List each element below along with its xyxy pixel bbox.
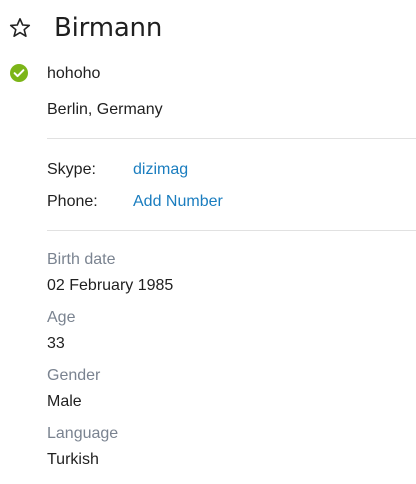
- add-number-link[interactable]: Add Number: [133, 190, 223, 214]
- age-value: 33: [47, 335, 65, 352]
- language-value: Turkish: [47, 451, 99, 468]
- birth-date-label: Birth date: [47, 251, 116, 268]
- skype-row: Skype: dizimag: [47, 158, 416, 182]
- birth-date-value: 02 February 1985: [47, 277, 174, 294]
- divider: [47, 138, 416, 139]
- skype-label: Skype:: [47, 161, 96, 178]
- contact-name: Birmann: [54, 13, 163, 43]
- check-circle-icon: [10, 64, 28, 82]
- divider: [47, 230, 416, 231]
- phone-row: Phone: Add Number: [47, 190, 416, 214]
- language-label: Language: [47, 425, 119, 442]
- status-row: hohoho: [0, 60, 416, 90]
- profile-header: Birmann: [0, 0, 416, 60]
- gender-label: Gender: [47, 367, 101, 384]
- gender-value: Male: [47, 393, 82, 410]
- skype-link[interactable]: dizimag: [133, 158, 188, 182]
- star-icon[interactable]: [8, 16, 32, 40]
- phone-label: Phone:: [47, 193, 98, 210]
- status-message: hohoho: [47, 65, 101, 82]
- location-text: Berlin, Germany: [47, 101, 163, 118]
- age-label: Age: [47, 309, 76, 326]
